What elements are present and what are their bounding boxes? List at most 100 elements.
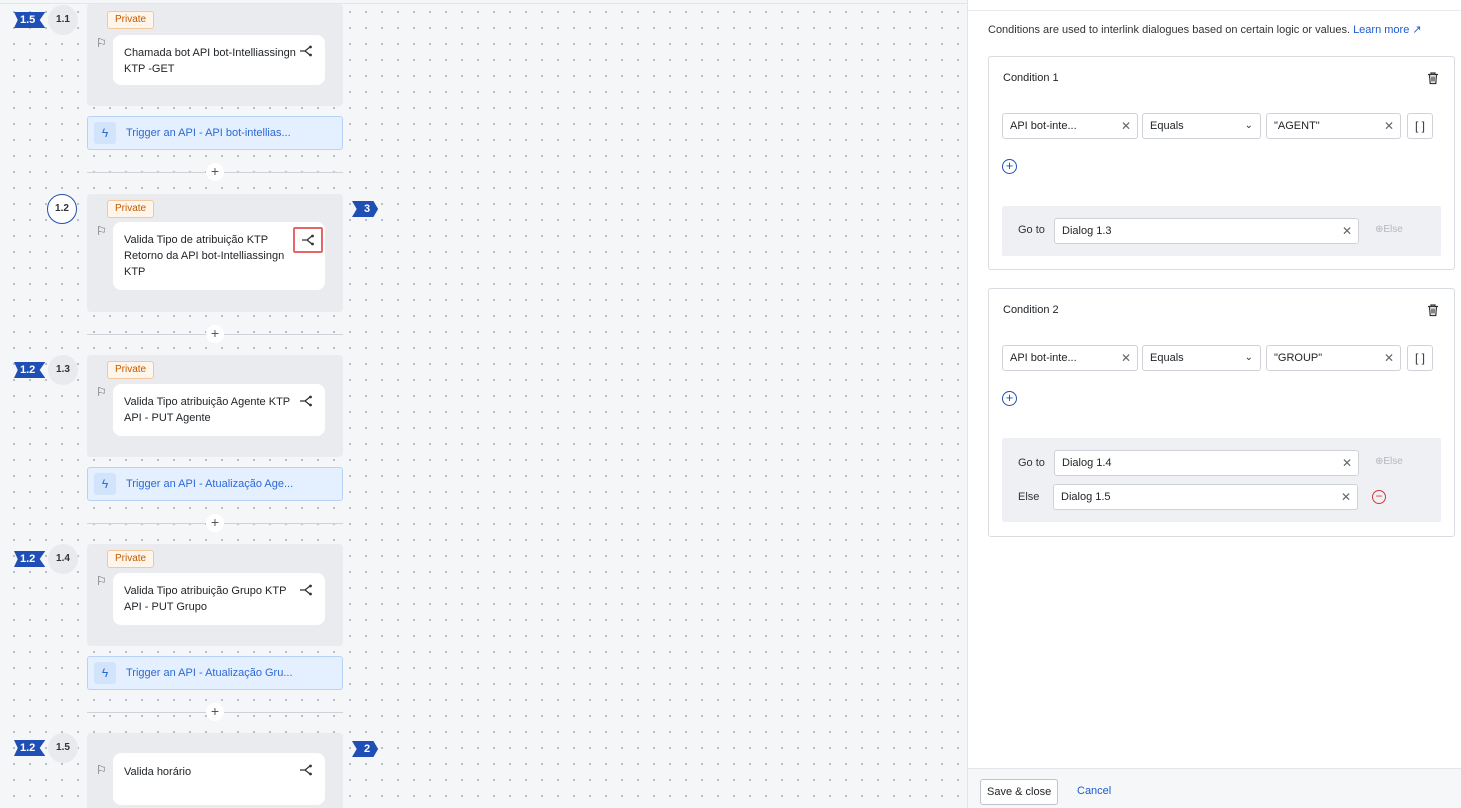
dialog-card[interactable]: Chamada bot API bot-Intelliassingn KTP -… [113,35,325,85]
cancel-button[interactable]: Cancel [1077,785,1111,797]
trash-icon[interactable] [1426,303,1440,317]
dialog-number[interactable]: 1.3 [48,355,78,385]
add-else-button[interactable]: ⊕Else [1375,224,1403,235]
condition-card: Condition 2 API bot-inte... ✕ Equals ⌄ "GR… [988,288,1455,537]
external-link-icon: ↗ [1412,24,1422,36]
incoming-link-badge[interactable]: 1.2 [14,551,46,567]
variable-value: API bot-inte... [1010,352,1077,364]
flag-icon[interactable]: ⚐ [96,385,108,399]
learn-more-label: Learn more [1353,24,1410,36]
operator-select[interactable]: Equals ⌄ [1142,113,1261,139]
add-dialog-row: + [87,163,343,181]
outgoing-link-badge[interactable]: 2 [352,741,379,757]
dialog-number[interactable]: 1.1 [48,5,78,35]
add-else-label: Else [1383,224,1403,235]
dialog-card[interactable]: Valida Tipo atribuição Agente KTP API - … [113,384,325,436]
flag-icon[interactable]: ⚐ [96,36,108,50]
dialog-card[interactable]: Valida Tipo de atribuição KTP Retorno da… [113,222,325,290]
dialog-node[interactable]: Private ⚐ Valida Tipo de atribuição KTP … [87,194,343,312]
learn-more-link[interactable]: Learn more ↗ [1353,24,1422,36]
close-icon[interactable]: ✕ [1342,219,1352,243]
else-select[interactable]: Dialog 1.5 ✕ [1053,484,1358,510]
intro-description: Conditions are used to interlink dialogu… [988,24,1350,36]
dialog-number[interactable]: 1.5 [48,733,78,763]
flow-canvas[interactable]: 1.5 1.1 Private ⚐ Chamada bot API bot-In… [0,0,967,808]
close-icon[interactable]: ✕ [1342,451,1352,475]
else-value: Dialog 1.5 [1061,491,1111,503]
variable-select[interactable]: API bot-inte... ✕ [1002,345,1138,371]
close-icon[interactable]: ✕ [1384,114,1394,138]
operator-select[interactable]: Equals ⌄ [1142,345,1261,371]
branch-icon[interactable] [299,44,313,58]
plus-icon[interactable]: + [206,325,224,343]
lightning-icon: ϟ [94,473,116,495]
go-to-select[interactable]: Dialog 1.4 ✕ [1054,450,1359,476]
dialog-number[interactable]: 1.2 [47,194,77,224]
dialog-number[interactable]: 1.4 [48,544,78,574]
dialog-node[interactable]: ⚐ Valida horário [87,733,343,808]
branch-icon[interactable] [299,763,313,777]
close-icon[interactable]: ✕ [1121,346,1131,370]
incoming-link-badge[interactable]: 1.2 [14,362,46,378]
dialog-card[interactable]: Valida Tipo atribuição Grupo KTP API - P… [113,573,325,625]
private-tag: Private [107,200,155,218]
close-icon[interactable]: ✕ [1341,485,1351,509]
plus-icon[interactable]: + [206,514,224,532]
dialog-node[interactable]: Private ⚐ Chamada bot API bot-Intelliass… [87,4,343,106]
plus-icon[interactable]: + [206,163,224,181]
dialog-node[interactable]: Private ⚐ Valida Tipo atribuição Agente … [87,355,343,457]
go-to-value: Dialog 1.4 [1062,457,1112,469]
minus-circle-icon[interactable]: − [1372,490,1386,504]
close-icon[interactable]: ✕ [1384,346,1394,370]
operator-value: Equals [1150,120,1184,132]
value-text: "GROUP" [1274,352,1323,364]
bracket-button[interactable]: [ ] [1407,113,1433,139]
trigger-api-action[interactable]: ϟ Trigger an API - API bot-intellias... [87,116,343,150]
dialog-node[interactable]: Private ⚐ Valida Tipo atribuição Grupo K… [87,544,343,646]
add-else-button[interactable]: ⊕Else [1375,456,1403,467]
chevron-down-icon: ⌄ [1244,352,1253,363]
dialog-card[interactable]: Valida horário [113,753,325,805]
close-icon[interactable]: ✕ [1121,114,1131,138]
dialog-text: Valida horário [124,766,192,778]
add-circle-icon[interactable]: + [1002,159,1017,174]
condition-title: Condition 1 [1003,72,1059,84]
trigger-api-action[interactable]: ϟ Trigger an API - Atualização Gru... [87,656,343,690]
lightning-icon: ϟ [94,662,116,684]
go-to-section: Go to Dialog 1.4 ✕ ⊕Else Else Dialog 1.5 ✕… [1002,438,1441,522]
trigger-api-action[interactable]: ϟ Trigger an API - Atualização Age... [87,467,343,501]
go-to-value: Dialog 1.3 [1062,225,1112,237]
branch-icon[interactable] [293,227,323,253]
condition-card: Condition 1 API bot-inte... ✕ Equals ⌄ "AG… [988,56,1455,270]
trash-icon[interactable] [1426,71,1440,85]
value-input[interactable]: "AGENT" ✕ [1266,113,1401,139]
value-text: "AGENT" [1274,120,1320,132]
add-else-label: Else [1383,456,1403,467]
branch-icon[interactable] [299,583,313,597]
add-dialog-row: + [87,703,343,721]
value-input[interactable]: "GROUP" ✕ [1266,345,1401,371]
dialog-text: Valida Tipo de atribuição KTP Retorno da… [124,234,285,278]
bracket-button[interactable]: [ ] [1407,345,1433,371]
go-to-section: Go to Dialog 1.3 ✕ ⊕Else [1002,206,1441,256]
add-dialog-row: + [87,514,343,532]
outgoing-link-badge[interactable]: 3 [352,201,379,217]
intro-text: Conditions are used to interlink dialogu… [988,23,1422,36]
trigger-label: Trigger an API - Atualização Age... [126,478,294,490]
else-label: Else [1018,491,1040,503]
add-dialog-row: + [87,325,343,343]
private-tag: Private [107,361,155,379]
incoming-link-badge[interactable]: 1.2 [14,740,46,756]
variable-select[interactable]: API bot-inte... ✕ [1002,113,1138,139]
dialog-text: Valida Tipo atribuição Grupo KTP API - P… [124,585,287,613]
save-close-button[interactable]: Save & close [980,779,1059,805]
flag-icon[interactable]: ⚐ [96,224,108,238]
incoming-link-badge[interactable]: 1.5 [14,12,46,28]
plus-icon[interactable]: + [206,703,224,721]
trigger-label: Trigger an API - Atualização Gru... [126,667,293,679]
add-circle-icon[interactable]: + [1002,391,1017,406]
flag-icon[interactable]: ⚐ [96,763,108,777]
branch-icon[interactable] [299,394,313,408]
go-to-select[interactable]: Dialog 1.3 ✕ [1054,218,1359,244]
flag-icon[interactable]: ⚐ [96,574,108,588]
